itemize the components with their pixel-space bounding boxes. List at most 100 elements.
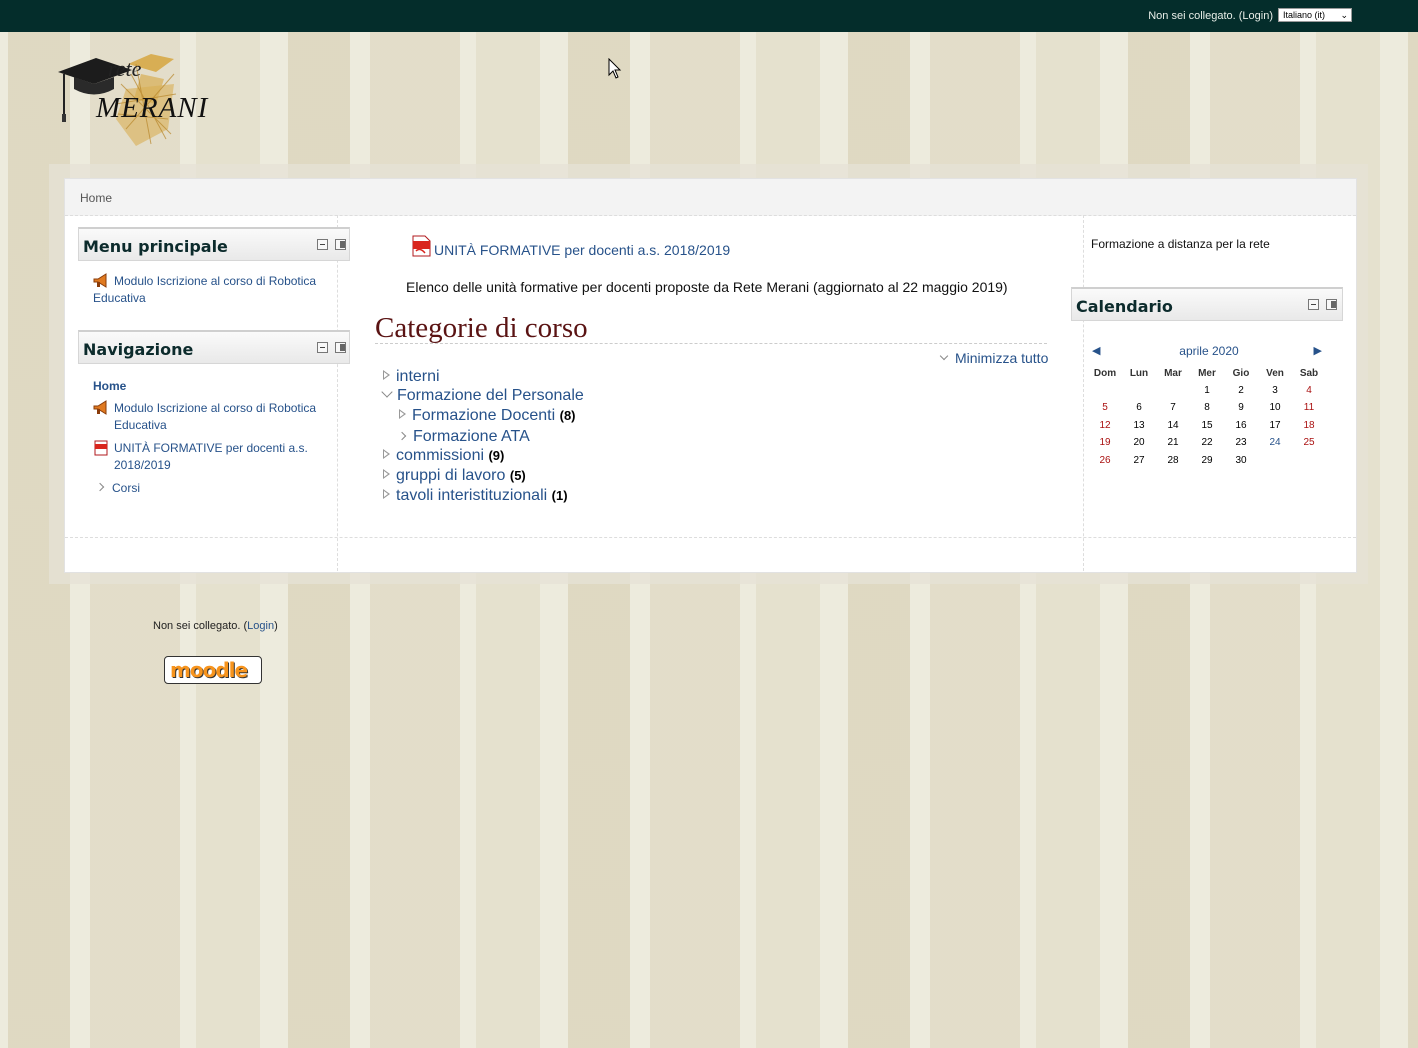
logo-text-merani: MERANI xyxy=(96,92,209,124)
nav-item-corsi[interactable]: Corsi xyxy=(95,480,140,497)
column-divider-left xyxy=(337,215,338,571)
calendar-day[interactable]: 8 xyxy=(1190,402,1224,413)
category-label[interactable]: Formazione ATA xyxy=(413,428,530,445)
megaphone-icon xyxy=(93,400,107,415)
login-prefix: Non sei collegato. ( xyxy=(1148,10,1243,22)
block-title: Calendario xyxy=(1076,297,1173,316)
column-divider-right xyxy=(1083,215,1084,571)
collapse-all-label[interactable]: Minimizza tutto xyxy=(955,350,1048,366)
minimize-block-icon[interactable] xyxy=(1308,299,1319,310)
moodle-logo[interactable]: moodle xyxy=(164,656,262,684)
minimize-block-icon[interactable] xyxy=(317,342,328,353)
nav-item-label[interactable]: Modulo Iscrizione al corso di Robotica E… xyxy=(114,400,329,434)
nav-item-unita-formative[interactable]: UNITÀ FORMATIVE per docenti a.s. 2018/20… xyxy=(93,440,333,474)
calendar-day[interactable]: 13 xyxy=(1122,420,1156,431)
category-interni[interactable]: interni xyxy=(383,368,440,386)
title-divider xyxy=(375,343,1047,344)
category-label[interactable]: gruppi di lavoro xyxy=(396,467,505,484)
calendar-day[interactable]: 19 xyxy=(1088,437,1122,448)
calendar-day[interactable]: 2 xyxy=(1224,385,1258,396)
calendar-day[interactable]: 14 xyxy=(1156,420,1190,431)
expand-arrow-icon[interactable] xyxy=(383,469,390,479)
expand-arrow-icon[interactable] xyxy=(383,449,390,459)
breadcrumb-home[interactable]: Home xyxy=(80,191,112,205)
nav-item-label[interactable]: UNITÀ FORMATIVE per docenti a.s. 2018/20… xyxy=(114,440,324,474)
category-label[interactable]: tavoli interistituzionali xyxy=(396,487,547,504)
next-month-arrow-icon[interactable]: ▶ xyxy=(1314,344,1322,357)
calendar-day[interactable]: 6 xyxy=(1122,402,1156,413)
resource-unita-formative[interactable]: UNITÀ FORMATIVE per docenti a.s. 2018/20… xyxy=(410,235,730,258)
footer-login-link[interactable]: Login xyxy=(247,620,274,632)
chevron-down-icon xyxy=(939,351,949,361)
category-commissioni[interactable]: commissioni (9) xyxy=(383,447,504,465)
expand-arrow-icon[interactable] xyxy=(383,489,390,499)
resource-description: Elenco delle unità formative per docenti… xyxy=(406,279,1008,295)
calendar-day[interactable]: 29 xyxy=(1190,455,1224,466)
nav-item-label[interactable]: Corsi xyxy=(112,481,140,495)
calendar-day[interactable]: 20 xyxy=(1122,437,1156,448)
minimize-block-icon[interactable] xyxy=(317,239,328,250)
calendar-day[interactable]: 12 xyxy=(1088,420,1122,431)
nav-home[interactable]: Home xyxy=(93,379,126,393)
calendar-day[interactable]: 1 xyxy=(1190,385,1224,396)
calendar-day[interactable]: 17 xyxy=(1258,420,1292,431)
calendar-day[interactable]: 25 xyxy=(1292,437,1326,448)
category-formazione-ata[interactable]: Formazione ATA xyxy=(397,428,530,446)
calendar-day[interactable]: 30 xyxy=(1224,455,1258,466)
dock-block-icon[interactable] xyxy=(335,342,346,353)
block-navigazione-header: Navigazione xyxy=(78,330,350,364)
calendar-day[interactable]: 22 xyxy=(1190,437,1224,448)
site-logo[interactable]: rete MERANI xyxy=(56,44,226,154)
calendar-day[interactable]: 28 xyxy=(1156,455,1190,466)
login-suffix: ) xyxy=(1269,10,1273,22)
login-prefix: Non sei collegato. ( xyxy=(153,620,248,632)
category-label[interactable]: Formazione Docenti xyxy=(412,407,555,424)
calendar-day[interactable]: 15 xyxy=(1190,420,1224,431)
expand-arrow-icon[interactable] xyxy=(383,370,390,380)
calendar-day[interactable]: 23 xyxy=(1224,437,1258,448)
calendar-day[interactable]: 7 xyxy=(1156,402,1190,413)
dock-block-icon[interactable] xyxy=(335,239,346,250)
nav-item-robotica[interactable]: Modulo Iscrizione al corso di Robotica E… xyxy=(93,400,333,434)
pdf-icon xyxy=(412,235,431,257)
category-formazione-docenti[interactable]: Formazione Docenti (8) xyxy=(399,407,576,425)
language-select[interactable]: Italiano (it) ⌄ xyxy=(1278,8,1352,22)
calendar-day[interactable]: 9 xyxy=(1224,402,1258,413)
category-formazione-personale[interactable]: Formazione del Personale xyxy=(381,386,584,405)
collapse-arrow-icon[interactable] xyxy=(381,386,393,398)
calendar-day[interactable]: 16 xyxy=(1224,420,1258,431)
calendar-day[interactable]: 26 xyxy=(1088,455,1122,466)
calendar-day[interactable]: 11 xyxy=(1292,402,1326,413)
pdf-icon xyxy=(94,440,108,456)
login-link[interactable]: Login xyxy=(1242,10,1269,22)
category-label[interactable]: interni xyxy=(396,368,440,385)
calendar-day[interactable]: 24 xyxy=(1258,437,1292,448)
logo-text-rete: rete xyxy=(108,56,142,81)
calendar-day[interactable]: 18 xyxy=(1292,420,1326,431)
menu-item-robotica[interactable]: Modulo Iscrizione al corso di Robotica E… xyxy=(93,273,333,307)
collapse-all-link[interactable]: Minimizza tutto xyxy=(939,350,1048,366)
calendar-day[interactable]: 4 xyxy=(1292,385,1326,396)
category-gruppi-di-lavoro[interactable]: gruppi di lavoro (5) xyxy=(383,467,526,485)
login-info: Non sei collegato. (Login) xyxy=(1148,10,1273,22)
calendar-day[interactable]: 27 xyxy=(1122,455,1156,466)
calendar-day[interactable]: 10 xyxy=(1258,402,1292,413)
calendar-month-link[interactable]: aprile 2020 xyxy=(1179,344,1238,358)
calendar-weekday: Dom xyxy=(1093,368,1117,379)
chevron-right-icon xyxy=(95,482,105,492)
language-value: Italiano (it) xyxy=(1283,10,1326,20)
expand-arrow-icon[interactable] xyxy=(399,409,406,419)
category-tavoli-interistituzionali[interactable]: tavoli interistituzionali (1) xyxy=(383,487,568,505)
category-count: (9) xyxy=(488,448,505,463)
category-count: (5) xyxy=(509,468,526,483)
category-label[interactable]: commissioni xyxy=(396,447,484,464)
category-label[interactable]: Formazione del Personale xyxy=(397,387,584,404)
dock-block-icon[interactable] xyxy=(1326,299,1337,310)
calendar-day[interactable]: 5 xyxy=(1088,402,1122,413)
calendar-day[interactable]: 3 xyxy=(1258,385,1292,396)
chevron-down-icon: ⌄ xyxy=(1340,10,1348,20)
previous-month-arrow-icon[interactable]: ◀ xyxy=(1092,344,1100,357)
calendar-day[interactable]: 21 xyxy=(1156,437,1190,448)
menu-item-label[interactable]: Modulo Iscrizione al corso di Robotica E… xyxy=(93,274,316,305)
resource-link[interactable]: UNITÀ FORMATIVE per docenti a.s. 2018/20… xyxy=(434,242,730,258)
